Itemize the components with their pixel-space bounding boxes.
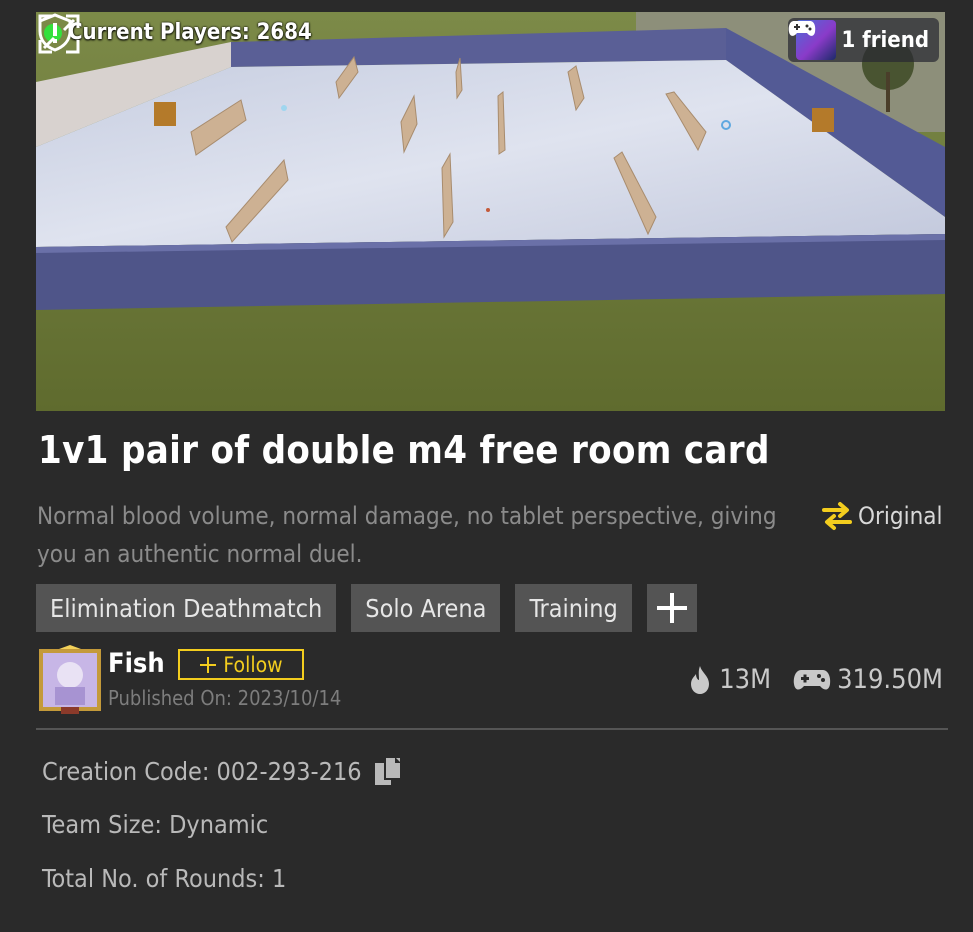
map-preview[interactable]: Current Players: 2684 1 friend [36,12,945,411]
follow-label: Follow [223,652,283,677]
tag-elimination-deathmatch[interactable]: Elimination Deathmatch [36,584,337,632]
friends-playing-badge[interactable]: 1 friend [787,18,939,62]
add-tag-button[interactable] [646,584,697,632]
tag-list: Elimination Deathmatch Solo Arena Traini… [36,584,697,632]
original-badge: Original [820,500,943,532]
author-avatar[interactable] [37,645,103,715]
popularity-value: 13M [719,664,772,695]
popularity-stat: 13M [687,664,771,695]
room-stats: 13M 319.50M [687,664,943,695]
plays-value: 319.50M [837,664,943,695]
map-preview-image [36,12,945,411]
rounds-row: Total No. of Rounds: 1 [42,864,286,893]
room-description: Normal blood volume, normal damage, no t… [37,502,777,568]
team-size: Team Size: Dynamic [42,810,269,839]
copy-icon[interactable] [372,755,406,787]
published-date: Published On: 2023/10/14 [108,686,342,710]
original-label: Original [858,502,943,530]
author-name[interactable]: Fish [108,648,165,679]
creation-code: Creation Code: 002-293-216 [42,756,362,786]
team-size-row: Team Size: Dynamic [42,810,268,839]
follow-button[interactable]: Follow [178,649,304,680]
friend-count-label: 1 friend [841,27,930,53]
tag-solo-arena[interactable]: Solo Arena [351,584,501,632]
current-players: Current Players: 2684 [44,20,312,45]
gamepad-icon [793,669,831,690]
swap-arrows-icon [822,502,852,530]
section-divider [36,728,948,730]
expand-icon[interactable] [36,12,82,56]
plus-icon [656,593,687,623]
gamepad-icon [788,21,815,36]
room-title: 1v1 pair of double m4 free room card [38,428,770,472]
plus-icon [200,656,217,673]
creation-code-row: Creation Code: 002-293-216 [42,755,406,787]
plays-stat: 319.50M [793,664,943,695]
current-players-label: Current Players: 2684 [68,20,312,45]
tag-training[interactable]: Training [515,584,632,632]
flame-icon [691,665,710,694]
total-rounds: Total No. of Rounds: 1 [42,864,287,893]
